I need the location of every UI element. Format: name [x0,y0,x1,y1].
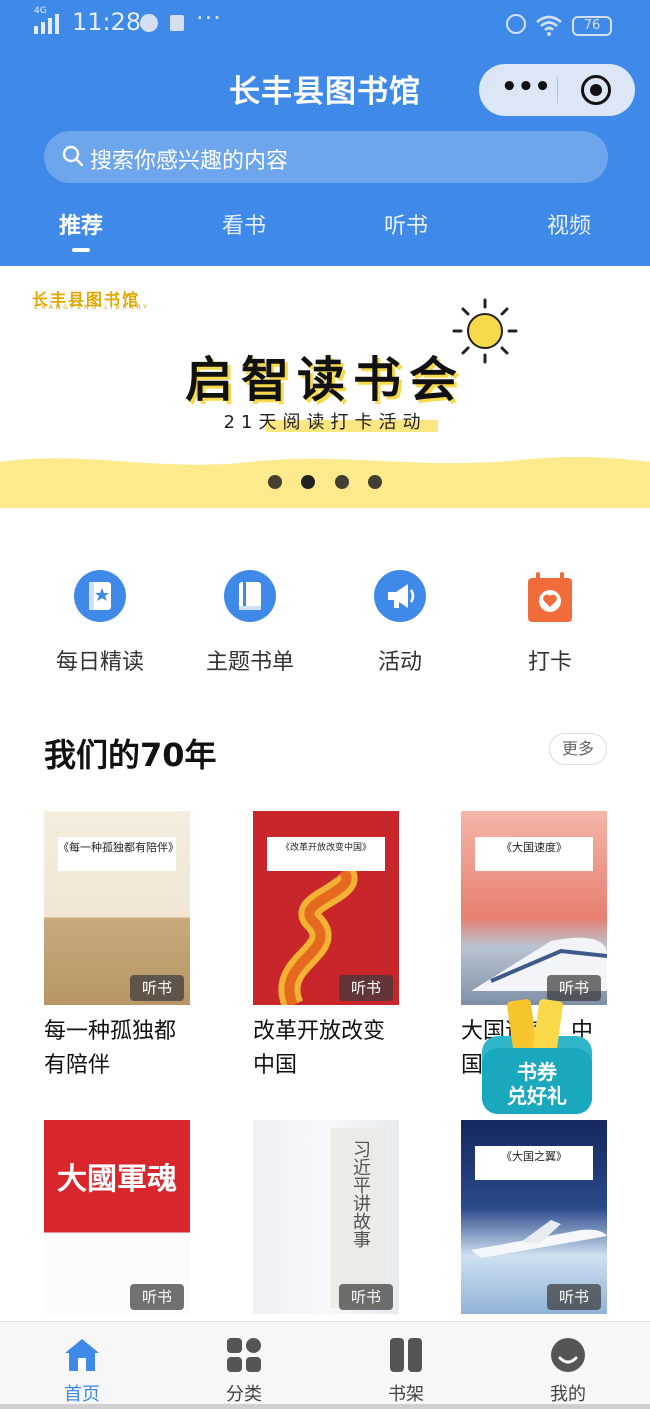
wifi-icon [536,15,562,36]
search-placeholder: 搜索你感兴趣的内容 [90,149,289,174]
nav-label: 分类 [226,1384,262,1405]
alarm-icon [506,14,526,34]
entry-daily-reading[interactable]: 每日精读 [30,570,170,676]
carousel-dot[interactable] [301,475,316,489]
cover-title: 《每一种孤独都有陪伴》 [58,837,179,871]
banner-subtitle: 21天阅读打卡活动 [223,412,427,433]
book-title[interactable]: 改革开放改变 中国 [253,1015,413,1083]
header: 4G 11:28 ··· 76 长丰县图书馆 ••• 搜索你感兴趣的内容 推荐 … [0,0,650,266]
bookshelf-icon [387,1336,425,1374]
search-input[interactable]: 搜索你感兴趣的内容 [44,131,608,183]
profile-icon [549,1336,587,1374]
book-card[interactable]: 习近平讲故事 听书 [253,1120,399,1314]
tab-recommend[interactable]: 推荐 [41,208,121,252]
cover-title: 《改革开放改变中国》 [267,837,385,871]
nav-label: 书架 [388,1384,424,1405]
status-bar: 4G 11:28 ··· 76 [0,0,650,52]
cover-title: 《大国之翼》 [475,1146,593,1180]
more-menu-button[interactable]: ••• [501,72,551,108]
listen-badge: 听书 [339,1284,393,1310]
listen-badge: 听书 [547,1284,601,1310]
more-button[interactable]: 更多 [549,733,607,765]
book-list-icon [224,570,276,622]
status-time: 11:28 [72,8,142,36]
coupon-float-button[interactable]: 书券 兑好礼 [474,996,600,1118]
book-title[interactable]: 每一种孤独都 有陪伴 [44,1015,204,1083]
bottom-nav: 首页 分类 书架 我的 [0,1321,650,1409]
book-card[interactable]: 《大国速度》 听书 [461,811,607,1005]
tab-read[interactable]: 看书 [204,208,284,240]
promo-banner[interactable]: 长丰县图书馆 CHANGFENG LIBRARY 启智读书会 21天阅读打卡活动 [0,266,650,508]
section-title: 我们的70年 [44,736,217,774]
entry-check-in[interactable]: 打卡 [480,570,620,676]
entry-label: 主题书单 [205,650,294,675]
entry-label: 活动 [377,650,422,675]
category-tabs: 推荐 看书 听书 视频 [0,208,650,258]
app-screen: 4G 11:28 ··· 76 长丰县图书馆 ••• 搜索你感兴趣的内容 推荐 … [0,0,650,1409]
grid-icon [225,1336,263,1374]
entry-activities[interactable]: 活动 [330,570,470,676]
capsule-divider [557,77,558,103]
close-mini-program-button[interactable] [581,75,611,105]
quick-entries: 每日精读 主题书单 活动 打卡 [0,570,650,690]
carousel-dot[interactable] [367,475,382,489]
book-card[interactable]: 《大国之翼》 听书 [461,1120,607,1314]
app-notification-icon [170,15,184,31]
nav-label: 首页 [64,1384,100,1405]
cover-title: 《大国速度》 [475,837,593,871]
book-card[interactable]: 大國軍魂 听书 [44,1120,190,1314]
home-icon [63,1336,101,1374]
book-card[interactable]: 《改革开放改变中国》 听书 [253,811,399,1005]
carousel-dot[interactable] [268,475,283,489]
listen-badge: 听书 [130,1284,184,1310]
entry-label: 每日精读 [55,650,144,675]
library-logo-en: CHANGFENG LIBRARY [34,304,150,311]
nav-profile[interactable]: 我的 [508,1322,628,1409]
battery-icon: 76 [572,16,612,36]
entry-theme-list[interactable]: 主题书单 [180,570,320,676]
calendar-heart-icon [524,570,576,622]
book-star-icon [74,570,126,622]
nav-bookshelf[interactable]: 书架 [346,1322,466,1409]
notification-icon [140,14,158,32]
more-notifications-icon: ··· [196,4,222,32]
tab-video[interactable]: 视频 [529,208,609,240]
signal-icon: 4G [34,6,59,34]
megaphone-icon [374,570,426,622]
carousel-dot[interactable] [334,475,349,489]
banner-headline: 启智读书会 [184,352,465,408]
carousel-indicator [0,474,650,490]
cover-title: 习近平讲故事 [350,1140,371,1248]
gesture-bar [0,1404,650,1409]
listen-badge: 听书 [339,975,393,1001]
nav-home[interactable]: 首页 [22,1322,142,1409]
tab-listen[interactable]: 听书 [366,208,446,240]
coupon-line2: 兑好礼 [507,1084,567,1108]
cover-title: 大國軍魂 [57,1162,177,1197]
nav-label: 我的 [550,1384,586,1405]
nav-category[interactable]: 分类 [184,1322,304,1409]
book-card[interactable]: 《每一种孤独都有陪伴》 听书 [44,811,190,1005]
search-icon [62,145,84,167]
mini-program-capsule: ••• [479,64,635,116]
entry-label: 打卡 [527,650,572,675]
listen-badge: 听书 [130,975,184,1001]
